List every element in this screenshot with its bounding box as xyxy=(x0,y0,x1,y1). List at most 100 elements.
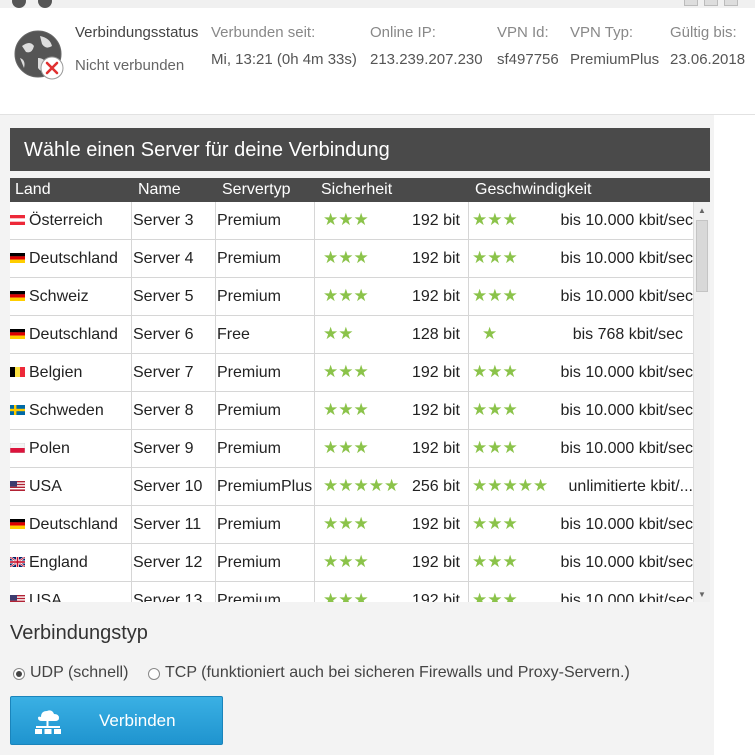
speed-stars-icon: ★★★ xyxy=(472,362,518,381)
cell-servertyp: Free xyxy=(216,316,315,354)
maximize-button[interactable] xyxy=(704,0,718,6)
valid-until-value: 23.06.2018 xyxy=(670,51,746,68)
server-row[interactable]: Deutschland Server 6 Free ★★ 128 bit ★ bis 768… xyxy=(10,316,693,354)
server-name: Server 4 xyxy=(133,250,194,267)
globe-disconnected-icon xyxy=(14,30,64,80)
cell-servertyp: Premium xyxy=(216,430,315,468)
security-stars-icon: ★★★ xyxy=(323,514,369,533)
cell-name: Server 6 xyxy=(132,316,216,354)
info-icon[interactable] xyxy=(12,0,26,8)
server-row[interactable]: Deutschland Server 11 Premium ★★★ 192 bit ★★★… xyxy=(10,506,693,544)
radio-tcp-label[interactable]: TCP (funktioniert auch bei sicheren Fire… xyxy=(165,664,630,682)
status-state: Nicht verbunden xyxy=(75,57,185,74)
flag-de-icon xyxy=(10,253,25,263)
speed-value: bis 10.000 kbit/sec xyxy=(560,250,693,267)
minimize-button[interactable] xyxy=(684,0,698,6)
cell-sicherheit: ★★★★★ 256 bit xyxy=(315,468,469,506)
close-button[interactable] xyxy=(724,0,738,6)
server-name: Server 7 xyxy=(133,364,194,381)
security-stars-icon: ★★★ xyxy=(323,590,369,602)
column-header-servertyp[interactable]: Servertyp xyxy=(222,181,290,199)
cell-name: Server 3 xyxy=(132,202,216,240)
scroll-up-icon[interactable]: ▲ xyxy=(698,206,706,215)
server-type: Free xyxy=(217,326,250,343)
speed-stars-icon: ★★★★★ xyxy=(472,476,549,495)
cell-geschwindigkeit: ★★★★★ unlimitierte kbit/... xyxy=(469,468,693,506)
server-row[interactable]: USA Server 10 PremiumPlus ★★★★★ 256 bit ★★★★★… xyxy=(10,468,693,506)
country-name: Schweden xyxy=(29,402,104,419)
country-name: Deutschland xyxy=(29,250,118,267)
flag-us-icon xyxy=(10,481,25,491)
cell-name: Server 9 xyxy=(132,430,216,468)
cell-geschwindigkeit: ★★★ bis 10.000 kbit/sec xyxy=(469,506,693,544)
cell-land: Deutschland xyxy=(10,316,132,354)
radio-tcp[interactable] xyxy=(148,668,160,680)
status-title: Verbindungsstatus xyxy=(75,24,199,41)
flag-pl-icon xyxy=(10,443,25,453)
connect-button[interactable]: Verbinden xyxy=(10,696,223,745)
flag-be-icon xyxy=(10,367,25,377)
scrollbar-thumb[interactable] xyxy=(696,220,708,292)
cell-servertyp: Premium xyxy=(216,392,315,430)
flag-se-icon xyxy=(10,405,25,415)
server-table: Österreich Server 3 Premium ★★★ 192 bit ★★★ bi… xyxy=(10,202,693,602)
speed-stars-icon: ★★★ xyxy=(472,286,518,305)
column-header-name[interactable]: Name xyxy=(138,181,181,199)
server-row[interactable]: Schweiz Server 5 Premium ★★★ 192 bit ★★★ bis 1… xyxy=(10,278,693,316)
country-name: Deutschland xyxy=(29,326,118,343)
gear-icon[interactable] xyxy=(38,0,52,8)
server-type: Premium xyxy=(217,402,282,419)
vpn-id-value: sf497756 xyxy=(497,51,559,68)
cell-sicherheit: ★★★ 192 bit xyxy=(315,430,469,468)
vpn-id-label: VPN Id: xyxy=(497,24,549,41)
scroll-down-icon[interactable]: ▼ xyxy=(698,590,706,599)
server-name: Server 8 xyxy=(133,402,194,419)
cell-name: Server 13 xyxy=(132,582,216,602)
server-name: Server 12 xyxy=(133,554,203,571)
server-type: Premium xyxy=(217,440,282,457)
radio-udp[interactable] xyxy=(13,668,25,680)
server-row[interactable]: Belgien Server 7 Premium ★★★ 192 bit ★★★ bis 1… xyxy=(10,354,693,392)
cell-geschwindigkeit: ★★★ bis 10.000 kbit/sec xyxy=(469,430,693,468)
security-stars-icon: ★★★ xyxy=(323,362,369,381)
server-row[interactable]: Polen Server 9 Premium ★★★ 192 bit ★★★ bis 10.… xyxy=(10,430,693,468)
cell-geschwindigkeit: ★★★ bis 10.000 kbit/sec xyxy=(469,544,693,582)
security-stars-icon: ★★★ xyxy=(323,286,369,305)
server-name: Server 6 xyxy=(133,326,194,343)
speed-stars-icon: ★★★ xyxy=(472,400,518,419)
server-type: Premium xyxy=(217,288,282,305)
server-row[interactable]: Schweden Server 8 Premium ★★★ 192 bit ★★★ bis … xyxy=(10,392,693,430)
speed-stars-icon: ★ xyxy=(482,324,498,343)
cell-name: Server 10 xyxy=(132,468,216,506)
valid-until-label: Gültig bis: xyxy=(670,24,737,41)
cell-land: Österreich xyxy=(10,202,132,240)
cell-name: Server 11 xyxy=(132,506,216,544)
cell-land: Deutschland xyxy=(10,240,132,278)
cell-geschwindigkeit: ★★★ bis 10.000 kbit/sec xyxy=(469,278,693,316)
security-stars-icon: ★★★ xyxy=(323,552,369,571)
security-value: 192 bit xyxy=(411,592,460,602)
cell-sicherheit: ★★★ 192 bit xyxy=(315,354,469,392)
column-header-geschwindigkeit[interactable]: Geschwindigkeit xyxy=(475,181,592,199)
column-header-land[interactable]: Land xyxy=(15,181,51,199)
cell-servertyp: PremiumPlus xyxy=(216,468,315,506)
server-table-scrollbar[interactable]: ▲ ▼ xyxy=(693,202,710,602)
cell-sicherheit: ★★★ 192 bit xyxy=(315,392,469,430)
server-row[interactable]: Deutschland Server 4 Premium ★★★ 192 bit ★★★ b… xyxy=(10,240,693,278)
radio-udp-label[interactable]: UDP (schnell) xyxy=(30,664,128,682)
cell-land: USA xyxy=(10,468,132,506)
server-row[interactable]: England Server 12 Premium ★★★ 192 bit ★★★ bis … xyxy=(10,544,693,582)
cell-sicherheit: ★★★ 192 bit xyxy=(315,544,469,582)
online-ip-label: Online IP: xyxy=(370,24,436,41)
speed-stars-icon: ★★★ xyxy=(472,590,518,602)
cell-name: Server 7 xyxy=(132,354,216,392)
column-header-sicherheit[interactable]: Sicherheit xyxy=(321,181,392,199)
cell-servertyp: Premium xyxy=(216,582,315,602)
country-name: England xyxy=(29,554,88,571)
cell-sicherheit: ★★★ 192 bit xyxy=(315,202,469,240)
server-type: Premium xyxy=(217,364,282,381)
server-row[interactable]: USA Server 13 Premium ★★★ 192 bit ★★★ bis 10.0… xyxy=(10,582,693,602)
security-stars-icon: ★★★ xyxy=(323,438,369,457)
speed-value: bis 10.000 kbit/sec xyxy=(560,288,693,305)
server-row[interactable]: Österreich Server 3 Premium ★★★ 192 bit ★★★ bi… xyxy=(10,202,693,240)
